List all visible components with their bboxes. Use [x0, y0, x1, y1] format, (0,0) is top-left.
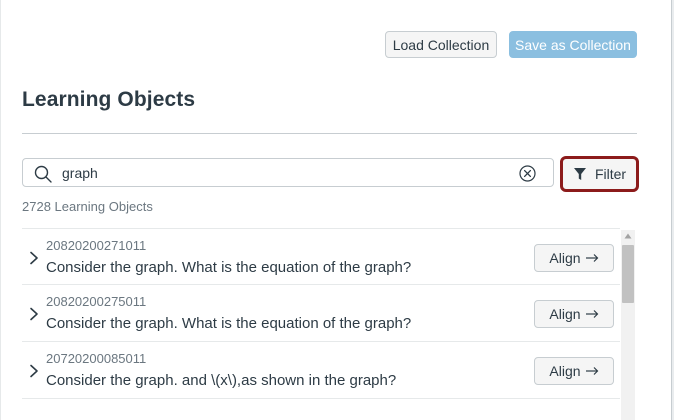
search-input[interactable]: [62, 162, 502, 184]
arrow-right-icon: [585, 254, 598, 262]
filter-button[interactable]: Filter: [560, 156, 639, 192]
chevron-right-icon[interactable]: [29, 251, 39, 265]
arrow-right-icon: [585, 310, 598, 318]
item-text: Consider the graph. What is the equation…: [46, 259, 412, 276]
learning-objects-list: 20820200271011 Consider the graph. What …: [22, 228, 620, 420]
scroll-up-arrow-icon[interactable]: [624, 233, 632, 239]
align-button-label: Align: [549, 250, 581, 266]
learning-objects-panel: Load Collection Save as Collection Learn…: [0, 0, 672, 420]
search-icon: [34, 165, 52, 183]
align-button-label: Align: [549, 363, 581, 379]
item-id: 20820200275011: [46, 294, 147, 309]
save-as-collection-button[interactable]: Save as Collection: [509, 31, 637, 58]
align-button[interactable]: Align: [534, 357, 614, 385]
page-title: Learning Objects: [22, 88, 196, 111]
clear-search-icon[interactable]: [519, 165, 536, 182]
arrow-right-icon: [585, 367, 598, 375]
align-button[interactable]: Align: [534, 244, 614, 272]
title-divider: [22, 133, 637, 134]
list-item[interactable]: 20820200275011 Consider the graph. What …: [22, 285, 620, 342]
list-scrollbar[interactable]: [621, 230, 635, 420]
item-text: Consider the graph. and \(x\),as shown i…: [46, 372, 397, 389]
item-id: 20720200085011: [46, 351, 147, 366]
filter-icon: [573, 168, 586, 180]
align-button[interactable]: Align: [534, 300, 614, 328]
load-collection-button[interactable]: Load Collection: [385, 31, 497, 58]
item-id: 20820200271011: [46, 238, 147, 253]
scroll-thumb[interactable]: [622, 245, 634, 303]
chevron-right-icon[interactable]: [29, 364, 39, 378]
chevron-right-icon[interactable]: [29, 307, 39, 321]
search-box[interactable]: [22, 158, 554, 187]
filter-button-label: Filter: [594, 166, 627, 182]
results-count: 2728 Learning Objects: [22, 199, 153, 214]
list-item[interactable]: 20820200271011 Consider the graph. What …: [22, 228, 620, 285]
item-text: Consider the graph. What is the equation…: [46, 315, 412, 332]
list-item[interactable]: 20720200085011 Consider the graph. and \…: [22, 342, 620, 399]
align-button-label: Align: [549, 306, 581, 322]
